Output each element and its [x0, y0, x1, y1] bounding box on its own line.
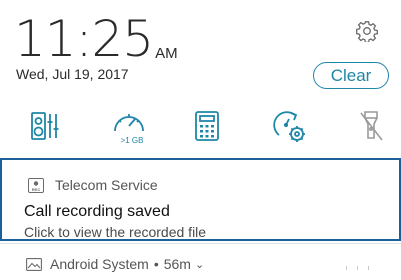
expand-hint-icon	[346, 266, 371, 270]
notification-telecom-service[interactable]: REC Telecom Service Call recording saved…	[0, 158, 401, 241]
clock-time: 11:25	[14, 10, 154, 68]
notification-shade-header: 11:25 AM Wed, Jul 19, 2017 Clear >1 GB	[0, 0, 401, 158]
boost-icon[interactable]: >1 GB	[109, 108, 149, 145]
notification-header: Android System • 56m ⌄	[50, 256, 204, 272]
date-label[interactable]: Wed, Jul 19, 2017	[16, 66, 129, 82]
notification-text: Click to view the recorded file	[24, 224, 207, 240]
boost-label: >1 GB	[121, 136, 144, 145]
separator-dot: •	[153, 256, 159, 272]
clock-ampm: AM	[155, 45, 178, 62]
clock[interactable]: 11:25 AM	[14, 8, 178, 64]
auto-start-icon[interactable]	[270, 108, 308, 144]
image-icon	[26, 258, 42, 271]
notification-time: 56m	[163, 256, 191, 272]
notification-app-name: Telecom Service	[55, 177, 158, 193]
gear-icon[interactable]	[356, 20, 378, 44]
notification-android-system[interactable]: Android System • 56m ⌄	[0, 244, 401, 280]
rec-icon: REC	[28, 177, 44, 193]
notification-header: REC Telecom Service	[28, 177, 158, 193]
clear-all-button[interactable]: Clear	[313, 62, 389, 89]
notification-app-name: Android System	[50, 256, 149, 272]
svg-text:REC: REC	[32, 186, 41, 191]
quick-settings-row: >1 GB	[0, 108, 401, 148]
flashlight-off-icon[interactable]	[354, 108, 388, 144]
calculator-icon[interactable]	[190, 108, 224, 144]
notification-title: Call recording saved	[24, 203, 170, 220]
audio-wizard-icon[interactable]	[28, 108, 62, 144]
chevron-down-icon[interactable]: ⌄	[195, 258, 204, 271]
